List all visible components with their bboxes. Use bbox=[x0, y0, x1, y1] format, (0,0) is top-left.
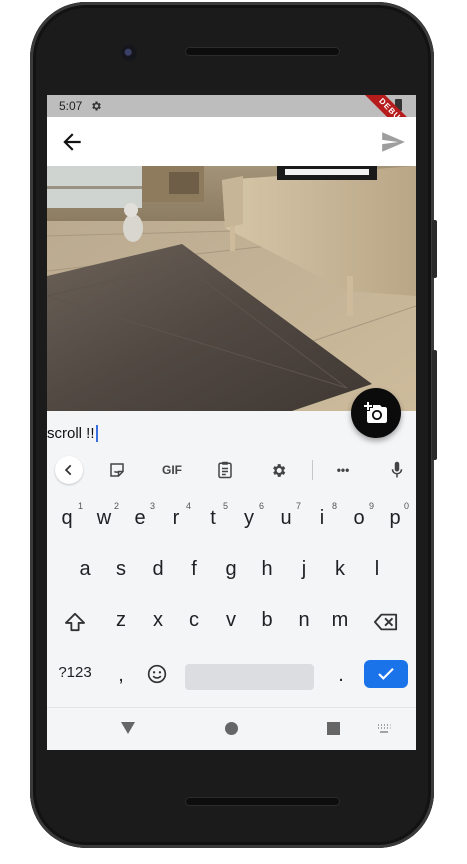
key-v[interactable]: v bbox=[217, 605, 245, 635]
shift-icon bbox=[65, 612, 85, 632]
nav-back-icon[interactable] bbox=[121, 722, 135, 734]
comma-key[interactable]: , bbox=[109, 660, 133, 690]
keyboard-toolbar: GIF ••• bbox=[47, 450, 416, 490]
add-photo-fab[interactable] bbox=[351, 388, 401, 438]
send-icon[interactable] bbox=[380, 129, 406, 155]
clipboard-button[interactable] bbox=[213, 459, 237, 481]
on-screen-keyboard: GIF ••• q w e r t y u i o p 1 2 3 4 5 6 … bbox=[47, 450, 416, 705]
system-nav-bar bbox=[47, 707, 416, 750]
text-caret bbox=[95, 424, 98, 442]
arrow-back-icon[interactable] bbox=[59, 129, 85, 155]
key-s[interactable]: s bbox=[107, 554, 135, 584]
gear-icon bbox=[272, 463, 285, 477]
backspace-key[interactable] bbox=[370, 607, 402, 637]
add-a-photo-icon bbox=[364, 402, 387, 423]
emoji-icon bbox=[147, 664, 167, 684]
voice-input-button[interactable] bbox=[387, 459, 407, 481]
mic-icon bbox=[391, 461, 403, 478]
key-hint-8: 8 bbox=[332, 501, 338, 511]
screen: 5:07 DEBUG scroll !! GIF ••• q w e r t y… bbox=[47, 95, 416, 750]
space-key[interactable] bbox=[185, 664, 314, 690]
toolbar-divider bbox=[312, 460, 313, 480]
key-l[interactable]: l bbox=[363, 554, 391, 584]
top-speaker bbox=[185, 47, 340, 56]
sticker-icon bbox=[110, 463, 124, 477]
period-key[interactable]: . bbox=[329, 660, 353, 690]
key-k[interactable]: k bbox=[326, 554, 354, 584]
clipboard-icon bbox=[218, 461, 232, 479]
shift-key[interactable] bbox=[61, 607, 89, 637]
key-g[interactable]: g bbox=[217, 554, 245, 584]
key-n[interactable]: n bbox=[290, 605, 318, 635]
check-icon bbox=[378, 668, 394, 680]
key-hint-0: 0 bbox=[404, 501, 410, 511]
more-button[interactable]: ••• bbox=[330, 459, 356, 481]
key-hint-2: 2 bbox=[114, 501, 120, 511]
bottom-speaker bbox=[185, 797, 340, 806]
front-camera bbox=[121, 45, 137, 61]
message-input-value: scroll !! bbox=[47, 424, 95, 442]
symbols-key[interactable]: ?123 bbox=[53, 658, 97, 688]
keyboard-back-button[interactable] bbox=[55, 456, 83, 484]
status-bar: 5:07 DEBUG bbox=[47, 95, 416, 150]
emoji-key[interactable] bbox=[144, 661, 170, 687]
key-j[interactable]: j bbox=[290, 554, 318, 584]
gif-button[interactable]: GIF bbox=[155, 459, 189, 481]
key-a[interactable]: a bbox=[71, 554, 99, 584]
key-hint-5: 5 bbox=[223, 501, 229, 511]
key-hint-3: 3 bbox=[150, 501, 156, 511]
keyboard-switch-icon[interactable] bbox=[377, 724, 391, 734]
key-hint-9: 9 bbox=[369, 501, 375, 511]
key-q[interactable]: q bbox=[53, 503, 81, 533]
keyboard-settings-button[interactable] bbox=[266, 459, 290, 481]
nav-recents-icon[interactable] bbox=[327, 722, 340, 735]
enter-key[interactable] bbox=[364, 660, 408, 688]
key-h[interactable]: h bbox=[253, 554, 281, 584]
selected-photo bbox=[47, 166, 416, 411]
key-d[interactable]: d bbox=[144, 554, 172, 584]
key-f[interactable]: f bbox=[180, 554, 208, 584]
key-m[interactable]: m bbox=[326, 605, 354, 635]
message-input[interactable]: scroll !! bbox=[47, 422, 98, 444]
key-hint-4: 4 bbox=[186, 501, 192, 511]
key-x[interactable]: x bbox=[144, 605, 172, 635]
chevron-left-icon bbox=[64, 464, 72, 476]
nav-home-icon[interactable] bbox=[225, 722, 238, 735]
settings-status-icon bbox=[92, 101, 102, 111]
status-time: 5:07 bbox=[59, 99, 83, 113]
app-bar bbox=[47, 117, 416, 166]
key-hint-7: 7 bbox=[296, 501, 302, 511]
power-button bbox=[432, 350, 437, 460]
key-b[interactable]: b bbox=[253, 605, 281, 635]
key-hint-1: 1 bbox=[78, 501, 84, 511]
volume-button bbox=[432, 220, 437, 278]
key-z[interactable]: z bbox=[107, 605, 135, 635]
key-c[interactable]: c bbox=[180, 605, 208, 635]
backspace-icon bbox=[374, 613, 398, 631]
key-hint-6: 6 bbox=[259, 501, 265, 511]
sticker-button[interactable] bbox=[105, 459, 129, 481]
